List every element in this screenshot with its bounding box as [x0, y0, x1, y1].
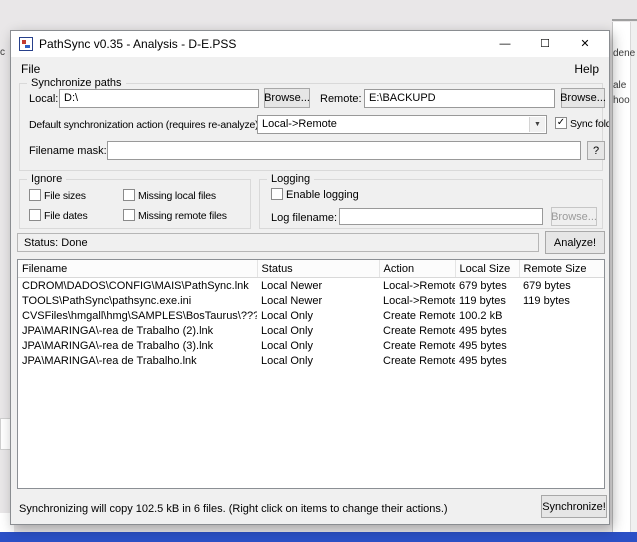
- table-row[interactable]: CDROM\DADOS\CONFIG\MAIS\PathSync.lnkLoca…: [18, 278, 604, 294]
- browse-log-button[interactable]: Browse...: [551, 207, 597, 226]
- menu-file[interactable]: File: [21, 62, 40, 76]
- table-cell: Local->Remote: [379, 278, 455, 294]
- table-row[interactable]: JPA\MARINGA\-rea de Trabalho.lnkLocal On…: [18, 353, 604, 368]
- table-cell: 495 bytes: [455, 323, 519, 338]
- table-cell: [519, 308, 604, 323]
- table-cell: Local->Remote: [379, 293, 455, 308]
- ignore-file-sizes-checkbox[interactable]: [29, 189, 41, 201]
- browse-remote-button[interactable]: Browse...: [561, 88, 605, 108]
- background-window-edge: [612, 19, 637, 21]
- default-action-label: Default synchronization action (requires…: [29, 119, 261, 131]
- log-filename-label: Log filename:: [271, 212, 337, 224]
- pathsync-window: PathSync v0.35 - Analysis - D-E.PSS — ☐ …: [10, 30, 610, 525]
- column-header-local-size[interactable]: Local Size: [455, 260, 519, 278]
- table-cell: [519, 323, 604, 338]
- table-cell: 119 bytes: [519, 293, 604, 308]
- table-cell: TOOLS\PathSync\pathsync.exe.ini: [18, 293, 257, 308]
- default-action-value: Local->Remote: [262, 118, 337, 130]
- maximize-button[interactable]: ☐: [525, 31, 565, 57]
- ignore-group-label: Ignore: [27, 173, 66, 185]
- table-cell: 679 bytes: [519, 278, 604, 294]
- table-cell: Local Newer: [257, 278, 379, 294]
- table-row[interactable]: TOOLS\PathSync\pathsync.exe.iniLocal New…: [18, 293, 604, 308]
- table-cell: Local Newer: [257, 293, 379, 308]
- synchronize-button[interactable]: Synchronize!: [541, 495, 607, 518]
- ignore-missing-remote-label: Missing remote files: [138, 210, 227, 222]
- column-header-action[interactable]: Action: [379, 260, 455, 278]
- table-cell: 100.2 kB: [455, 308, 519, 323]
- mask-help-button[interactable]: ?: [587, 141, 605, 160]
- sync-folders-checkbox[interactable]: ✓: [555, 117, 567, 129]
- status-text: Status: Done: [17, 233, 539, 252]
- local-label: Local:: [29, 93, 58, 105]
- table-cell: JPA\MARINGA\-rea de Trabalho.lnk: [18, 353, 257, 368]
- file-list-header: Filename Status Action Local Size Remote…: [18, 260, 604, 278]
- title-bar[interactable]: PathSync v0.35 - Analysis - D-E.PSS — ☐ …: [11, 31, 609, 57]
- table-cell: Local Only: [257, 308, 379, 323]
- ignore-missing-local-checkbox[interactable]: [123, 189, 135, 201]
- column-header-remote-size[interactable]: Remote Size: [519, 260, 604, 278]
- right-edge-text-fragment: hoo: [613, 95, 630, 106]
- table-cell: Create Remote: [379, 323, 455, 338]
- table-cell: [519, 353, 604, 368]
- menu-help[interactable]: Help: [574, 62, 599, 76]
- enable-logging-checkbox[interactable]: [271, 188, 283, 200]
- table-cell: 119 bytes: [455, 293, 519, 308]
- table-cell: CVSFiles\hmgall\hmg\SAMPLES\BosTaurus\??…: [18, 308, 257, 323]
- taskbar[interactable]: [0, 532, 637, 542]
- right-edge-text-fragment: ale: [613, 80, 626, 91]
- table-cell: Local Only: [257, 338, 379, 353]
- remote-label: Remote:: [320, 93, 362, 105]
- file-list-body: CDROM\DADOS\CONFIG\MAIS\PathSync.lnkLoca…: [18, 278, 604, 369]
- logging-group-label: Logging: [267, 173, 314, 185]
- table-cell: Create Remote: [379, 308, 455, 323]
- column-header-filename[interactable]: Filename: [18, 260, 257, 278]
- enable-logging-label: Enable logging: [286, 189, 359, 201]
- minimize-button[interactable]: —: [485, 31, 525, 57]
- summary-text: Synchronizing will copy 102.5 kB in 6 fi…: [19, 503, 448, 515]
- left-edge-text-fragment: c: [0, 47, 5, 58]
- ignore-file-sizes-label: File sizes: [44, 190, 86, 202]
- ignore-missing-local-label: Missing local files: [138, 190, 216, 202]
- analyze-button[interactable]: Analyze!: [545, 231, 605, 254]
- local-path-input[interactable]: D:\: [59, 89, 259, 108]
- chevron-down-icon[interactable]: ▼: [529, 117, 545, 132]
- table-cell: Local Only: [257, 323, 379, 338]
- right-edge-text-fragment: dene: [613, 48, 635, 59]
- default-action-select[interactable]: Local->Remote ▼: [257, 115, 547, 134]
- table-cell: 495 bytes: [455, 338, 519, 353]
- filename-mask-label: Filename mask:: [29, 145, 107, 157]
- column-header-status[interactable]: Status: [257, 260, 379, 278]
- table-cell: Create Remote: [379, 338, 455, 353]
- table-cell: 495 bytes: [455, 353, 519, 368]
- filename-mask-input[interactable]: [107, 141, 581, 160]
- table-cell: CDROM\DADOS\CONFIG\MAIS\PathSync.lnk: [18, 278, 257, 294]
- log-filename-input[interactable]: [339, 208, 543, 225]
- file-list[interactable]: Filename Status Action Local Size Remote…: [17, 259, 605, 489]
- table-row[interactable]: CVSFiles\hmgall\hmg\SAMPLES\BosTaurus\??…: [18, 308, 604, 323]
- ignore-file-dates-checkbox[interactable]: [29, 209, 41, 221]
- table-row[interactable]: JPA\MARINGA\-rea de Trabalho (3).lnkLoca…: [18, 338, 604, 353]
- background-scrollbar[interactable]: [630, 22, 637, 532]
- table-cell: [519, 338, 604, 353]
- table-cell: 679 bytes: [455, 278, 519, 294]
- table-cell: Create Remote: [379, 353, 455, 368]
- synchronize-paths-group-label: Synchronize paths: [27, 77, 126, 89]
- close-button[interactable]: ✕: [565, 31, 605, 57]
- table-cell: Local Only: [257, 353, 379, 368]
- ignore-file-dates-label: File dates: [44, 210, 88, 222]
- ignore-missing-remote-checkbox[interactable]: [123, 209, 135, 221]
- check-icon: ✓: [557, 117, 565, 128]
- remote-path-input[interactable]: E:\BACKUPD: [364, 89, 555, 108]
- table-row[interactable]: JPA\MARINGA\-rea de Trabalho (2).lnkLoca…: [18, 323, 604, 338]
- window-title: PathSync v0.35 - Analysis - D-E.PSS: [39, 37, 236, 51]
- table-cell: JPA\MARINGA\-rea de Trabalho (3).lnk: [18, 338, 257, 353]
- table-cell: JPA\MARINGA\-rea de Trabalho (2).lnk: [18, 323, 257, 338]
- app-icon: [19, 37, 33, 51]
- sync-folders-label: Sync folders: [570, 118, 610, 130]
- browse-local-button[interactable]: Browse...: [264, 88, 310, 108]
